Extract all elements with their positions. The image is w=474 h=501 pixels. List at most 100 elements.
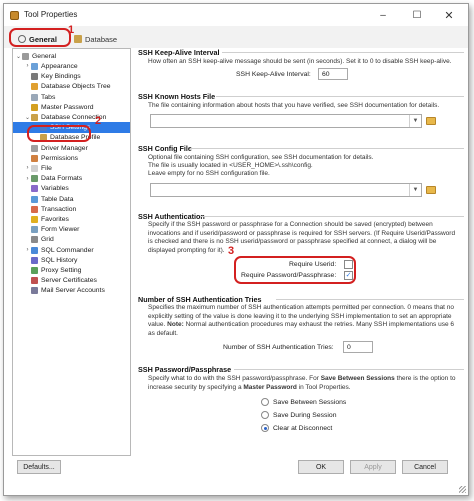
tree-expander-icon[interactable]: › (24, 63, 31, 69)
keepalive-interval-input[interactable]: 60 (318, 68, 348, 80)
tree-item-mail-server-accounts[interactable]: Mail Server Accounts (13, 286, 130, 297)
tree-item-data-formats[interactable]: › Data Formats (13, 173, 130, 184)
minimize-button[interactable]: – (372, 8, 394, 22)
ok-button[interactable]: OK (298, 460, 344, 474)
known-hosts-section-title: SSH Known Hosts File (138, 92, 216, 101)
tree-node-icon (31, 205, 38, 213)
tree-item-database-objects-tree[interactable]: Database Objects Tree (13, 82, 130, 93)
tree-expander-icon[interactable]: ⌄ (24, 114, 31, 121)
tree-node-icon (31, 144, 38, 152)
tree-item-label: SQL History (41, 256, 78, 264)
tree-item-general[interactable]: ⌄ General (13, 51, 130, 62)
annotation-number-1: 1 (68, 24, 75, 36)
section-divider (234, 369, 464, 370)
chevron-down-icon[interactable]: ▼ (409, 184, 421, 196)
tree-item-label: Permissions (41, 154, 79, 162)
tree-item-favorites[interactable]: Favorites (13, 214, 130, 225)
tree-item-appearance[interactable]: › Appearance (13, 61, 130, 72)
section-divider (200, 216, 464, 217)
tree-node-icon (22, 52, 29, 60)
tree-item-label: Mail Server Accounts (41, 287, 105, 295)
tree-item-label: Tabs (41, 93, 56, 101)
tree-item-sql-commander[interactable]: › SQL Commander (13, 245, 130, 256)
tree-item-label: Variables (41, 185, 69, 193)
tree-item-proxy-setting[interactable]: Proxy Setting (13, 265, 130, 276)
section-divider (216, 96, 464, 97)
tree-node-icon (31, 287, 38, 295)
radio-save-during-session[interactable]: Save During Session (261, 410, 336, 420)
tree-node-icon (31, 256, 38, 264)
tree-expander-icon[interactable]: › (24, 165, 31, 171)
attempts-input[interactable]: 0 (343, 341, 373, 353)
tree-node-icon (31, 103, 38, 111)
app-icon (10, 11, 19, 20)
tree-item-permissions[interactable]: Permissions (13, 153, 130, 164)
maximize-button[interactable]: ☐ (406, 8, 428, 22)
radio-clear-at-disconnect[interactable]: Clear at Disconnect (261, 423, 332, 433)
ssh-settings-panel: SSH Keep-Alive Interval How often an SSH… (138, 48, 464, 456)
known-hosts-file-combo[interactable]: ▼ (150, 114, 422, 128)
passphrase-section-title: SSH Password/Passphrase (138, 365, 232, 374)
tree-node-icon (31, 93, 38, 101)
tree-item-sql-history[interactable]: SQL History (13, 255, 130, 266)
section-divider (276, 299, 464, 300)
tree-node-icon (31, 277, 38, 285)
radio-indicator[interactable] (261, 398, 269, 406)
tree-node-icon (31, 226, 38, 234)
defaults-button[interactable]: Defaults... (17, 460, 61, 474)
database-icon (74, 35, 82, 43)
radio-save-between-sessions[interactable]: Save Between Sessions (261, 397, 346, 407)
chevron-down-icon[interactable]: ▼ (409, 115, 421, 127)
tree-item-transaction[interactable]: Transaction (13, 204, 130, 215)
annotation-number-2: 2 (95, 115, 102, 127)
resize-grip[interactable] (459, 486, 466, 493)
passphrase-description: Specify what to do with the SSH password… (148, 375, 456, 391)
tree-item-master-password[interactable]: Master Password (13, 102, 130, 113)
attempts-description: Specifies the maximum number of SSH auth… (148, 304, 455, 337)
tree-item-server-certificates[interactable]: Server Certificates (13, 275, 130, 286)
close-button[interactable]: ✕ (438, 8, 460, 22)
section-divider (190, 148, 464, 149)
folder-icon[interactable] (426, 117, 436, 125)
tree-node-icon (31, 236, 38, 244)
config-file-combo[interactable]: ▼ (150, 183, 422, 197)
tree-item-key-bindings[interactable]: Key Bindings (13, 71, 130, 82)
auth-description: Specify if the SSH password or passphras… (148, 221, 456, 254)
tree-node-icon (31, 83, 38, 91)
radio-indicator[interactable] (261, 424, 269, 432)
tree-item-label: SQL Commander (41, 246, 94, 254)
tree-item-driver-manager[interactable]: Driver Manager (13, 143, 130, 154)
attempts-label: Number of SSH Authentication Tries: (223, 344, 334, 351)
tree-node-icon (31, 154, 38, 162)
tree-item-file[interactable]: › File (13, 163, 130, 174)
known-hosts-description: The file containing information about ho… (148, 102, 440, 109)
tree-item-label: Table Data (41, 195, 74, 203)
tree-node-icon (31, 246, 38, 254)
tab-bar: General Database 1 (4, 24, 468, 48)
tree-item-label: Database Objects Tree (41, 83, 111, 91)
tree-item-tabs[interactable]: Tabs (13, 92, 130, 103)
folder-icon[interactable] (426, 186, 436, 194)
tree-node-icon (31, 195, 38, 203)
tree-node-icon (31, 266, 38, 274)
auth-section-title: SSH Authentication (138, 212, 205, 221)
radio-indicator[interactable] (261, 411, 269, 419)
annotation-ring-auth-options (234, 256, 356, 284)
keepalive-section-title: SSH Keep-Alive Interval (138, 48, 220, 57)
tree-expander-icon[interactable]: › (24, 247, 31, 253)
tab-database[interactable]: Database (74, 32, 117, 46)
cancel-button[interactable]: Cancel (402, 460, 448, 474)
tree-item-database-connection[interactable]: ⌄ Database Connection (13, 112, 130, 123)
radio-label: Save Between Sessions (273, 398, 347, 406)
tree-item-variables[interactable]: Variables (13, 184, 130, 195)
tree-expander-icon[interactable]: ⌄ (15, 53, 22, 60)
tree-item-form-viewer[interactable]: Form Viewer (13, 224, 130, 235)
tree-item-label: Grid (41, 236, 54, 244)
tree-item-label: Server Certificates (41, 277, 97, 285)
annotation-ring-ssh-settings (27, 125, 91, 142)
tree-item-label: Proxy Setting (41, 266, 82, 274)
tree-item-grid[interactable]: Grid (13, 235, 130, 246)
tree-expander-icon[interactable]: › (24, 176, 31, 182)
apply-button[interactable]: Apply (350, 460, 396, 474)
tree-item-table-data[interactable]: Table Data (13, 194, 130, 205)
